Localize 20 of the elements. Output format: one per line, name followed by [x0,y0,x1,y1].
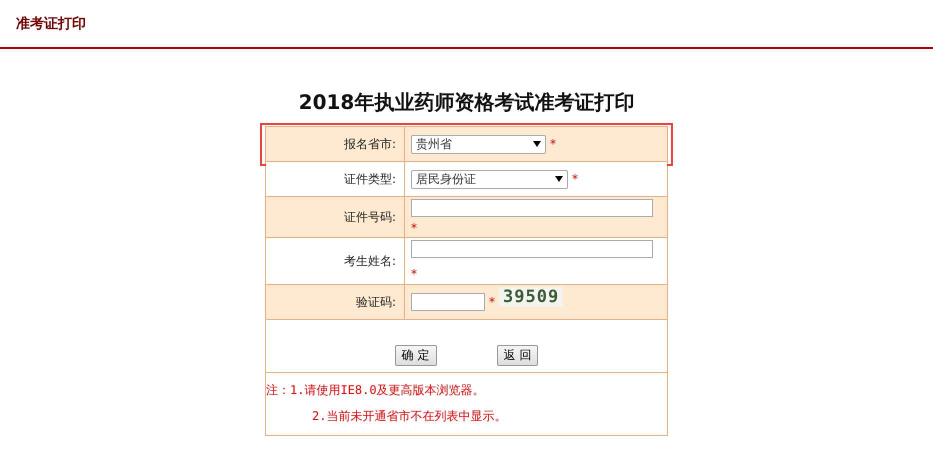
note-text: 2.当前未开通省市不在列表中显示。 [311,408,508,425]
input-field[interactable] [411,199,653,217]
input-field[interactable] [411,240,653,258]
input-field[interactable] [411,293,485,311]
required-mark: * [489,295,495,309]
caret-icon [555,176,563,182]
form-title: 2018年执业药师资格考试准考证打印 [298,89,636,116]
confirm-button[interactable]: 确 定 [394,345,436,366]
required-mark: * [411,266,417,281]
select-field[interactable]: 居民身份证 [411,170,568,188]
captcha-image[interactable]: 39509 [499,287,564,307]
note-text: 注：1.请使用IE8.0及更高版本浏览器。 [266,382,486,399]
caret-icon [533,141,541,147]
page-title: 准考证打印 [16,14,86,32]
required-mark: * [550,137,556,151]
back-button[interactable]: 返 回 [496,345,538,366]
field-label: 验证码: [266,285,405,319]
select-field[interactable]: 贵州省 [411,134,546,154]
required-mark: * [411,221,417,235]
required-mark: * [572,172,578,186]
